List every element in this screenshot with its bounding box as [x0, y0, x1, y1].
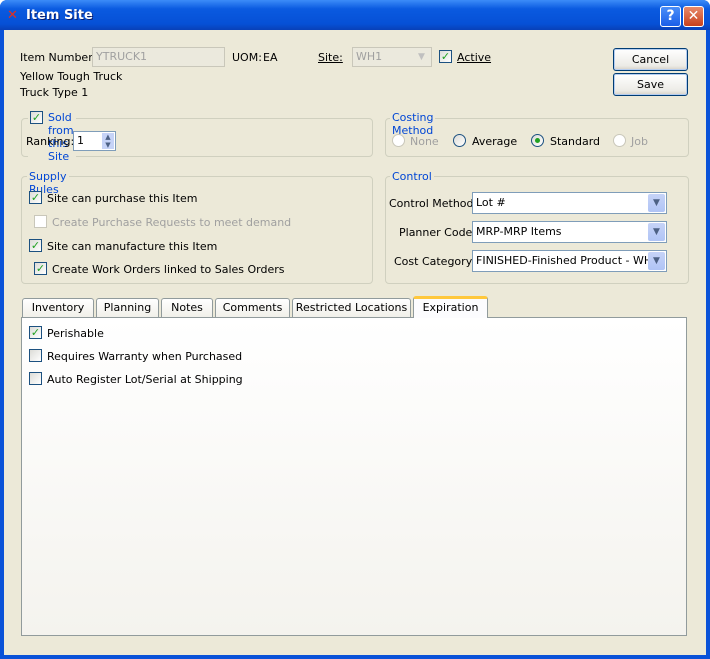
site-can-manufacture-checkbox[interactable]: ✓ [29, 239, 42, 252]
expiration-panel [21, 317, 687, 636]
title-bar: ✕ Item Site ? ✕ [0, 0, 710, 30]
item-description-1: Yellow Tough Truck [20, 70, 123, 83]
save-button[interactable]: Save [613, 73, 688, 96]
create-purchase-requests-checkbox[interactable] [34, 215, 47, 228]
chevron-down-icon: ▼ [648, 194, 665, 212]
planner-code-label: Planner Code: [399, 226, 477, 239]
tab-expiration[interactable]: Expiration [413, 296, 488, 318]
ranking-value: 1 [77, 134, 84, 147]
active-checkbox[interactable]: ✓ [439, 50, 452, 63]
control-method-combo[interactable]: Lot # ▼ [472, 192, 667, 214]
help-button[interactable]: ? [660, 6, 681, 27]
ranking-label: Ranking: [26, 135, 75, 148]
spin-arrows-icon[interactable]: ▲ ▼ [102, 133, 114, 149]
item-description-2: Truck Type 1 [20, 86, 89, 99]
planner-code-combo[interactable]: MRP-MRP Items ▼ [472, 221, 667, 243]
ranking-spinbox[interactable]: 1 ▲ ▼ [73, 131, 116, 151]
tab-inventory[interactable]: Inventory [22, 298, 94, 318]
control-title: Control [390, 170, 434, 183]
active-label: Active [457, 51, 492, 64]
auto-register-label: Auto Register Lot/Serial at Shipping [47, 373, 243, 386]
perishable-checkbox[interactable]: ✓ [29, 326, 42, 339]
uom-label: UOM: [232, 51, 262, 64]
tab-comments[interactable]: Comments [215, 298, 290, 318]
costing-average-radio[interactable] [453, 134, 466, 147]
costing-standard-radio[interactable] [531, 134, 544, 147]
planner-code-value: MRP-MRP Items [476, 225, 562, 238]
costing-average-label: Average [472, 135, 518, 148]
tab-notes[interactable]: Notes [161, 298, 213, 318]
control-method-label: Control Method: [389, 197, 478, 210]
perishable-label: Perishable [47, 327, 104, 340]
costing-job-radio[interactable] [613, 134, 626, 147]
site-value: WH1 [356, 50, 383, 63]
site-can-purchase-checkbox[interactable]: ✓ [29, 191, 42, 204]
chevron-down-icon: ▼ [413, 49, 430, 65]
close-button[interactable]: ✕ [683, 6, 704, 27]
requires-warranty-checkbox[interactable] [29, 349, 42, 362]
create-work-orders-label: Create Work Orders linked to Sales Order… [52, 263, 285, 276]
sold-from-site-checkbox[interactable]: ✓ [30, 111, 43, 124]
chevron-down-icon: ▼ [648, 252, 665, 270]
tab-planning[interactable]: Planning [96, 298, 159, 318]
site-combo[interactable]: WH1 ▼ [352, 47, 432, 67]
cancel-button[interactable]: Cancel [613, 48, 688, 71]
item-number-input[interactable]: YTRUCK1 [92, 47, 225, 67]
auto-register-checkbox[interactable] [29, 372, 42, 385]
costing-standard-label: Standard [550, 135, 601, 148]
uom-value: EA [263, 51, 278, 64]
app-logo-icon: ✕ [7, 8, 18, 23]
control-method-value: Lot # [476, 196, 506, 209]
item-number-label: Item Number: [20, 51, 97, 64]
cost-category-value: FINISHED-Finished Product - WH1 [476, 254, 660, 267]
chevron-down-icon: ▼ [648, 223, 665, 241]
costing-job-label: Job [631, 135, 648, 148]
site-can-purchase-label: Site can purchase this Item [47, 192, 198, 205]
site-label: Site: [318, 51, 343, 64]
site-can-manufacture-label: Site can manufacture this Item [47, 240, 218, 253]
costing-none-radio[interactable] [392, 134, 405, 147]
tab-restricted-locations[interactable]: Restricted Locations [292, 298, 411, 318]
costing-none-label: None [410, 135, 439, 148]
cost-category-combo[interactable]: FINISHED-Finished Product - WH1 ▼ [472, 250, 667, 272]
window-title: Item Site [26, 8, 93, 23]
create-work-orders-checkbox[interactable]: ✓ [34, 262, 47, 275]
requires-warranty-label: Requires Warranty when Purchased [47, 350, 243, 363]
create-purchase-requests-label: Create Purchase Requests to meet demand [52, 216, 292, 229]
cost-category-label: Cost Category: [394, 255, 476, 268]
